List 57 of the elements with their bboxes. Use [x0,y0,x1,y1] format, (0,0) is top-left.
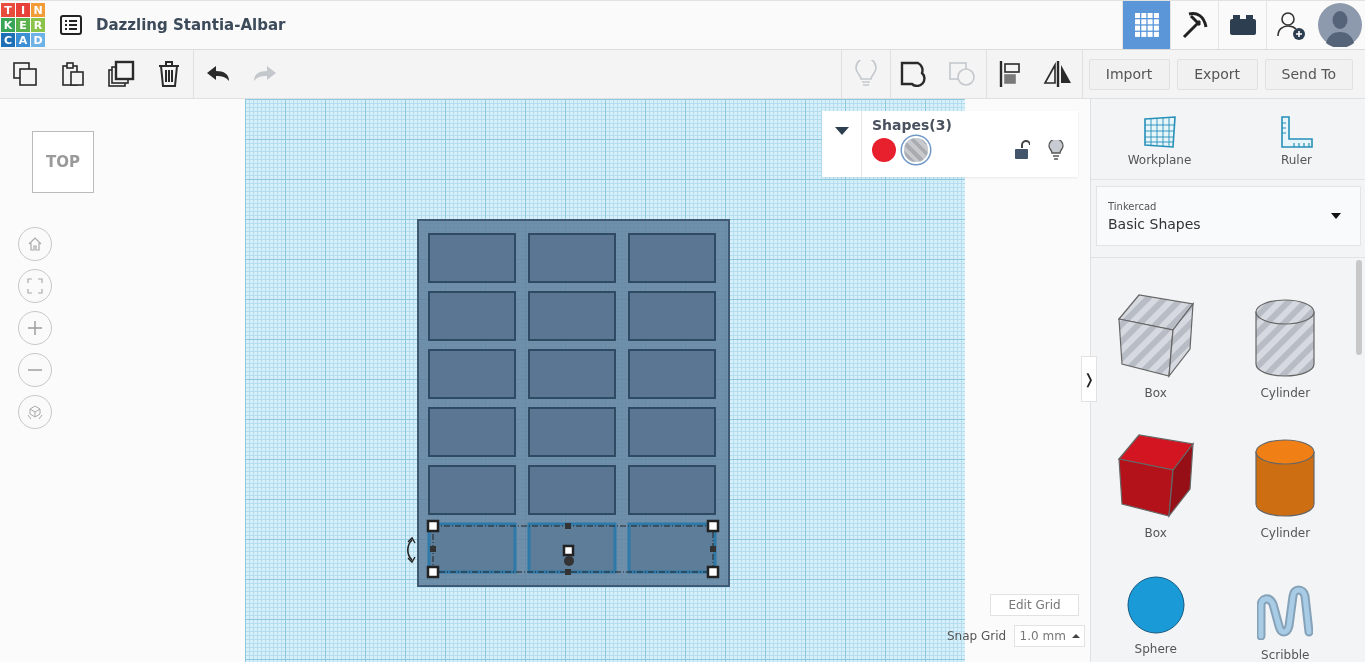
toolbar-button[interactable]: Export [1176,58,1258,90]
logo-letter: N [31,3,45,17]
logo-letter: A [16,33,30,47]
trash-icon [158,60,180,88]
shape-tile[interactable]: Box [1091,418,1221,558]
workplane-icon [1142,115,1177,149]
logo-letter: K [1,18,15,32]
project-title[interactable]: Dazzling Stantia-Albar [96,16,286,34]
list-icon[interactable] [60,15,82,35]
shape-tile[interactable]: Cylinder [1220,278,1350,418]
workplane-tool-button[interactable]: Workplane [1091,99,1228,179]
grid-icon [1133,12,1160,38]
mirror-icon [1042,60,1073,88]
logo[interactable]: T I N K E R C A D [1,3,45,47]
toolbar-button[interactable]: Import [1088,58,1170,90]
ungroup-icon [947,61,976,87]
logo-letter: R [31,18,45,32]
home-icon [27,236,43,252]
copy-icon [12,61,38,87]
hole-swatch[interactable] [904,138,928,162]
snap-grid-label: Snap Grid [947,629,1007,643]
avatar-icon[interactable] [1318,3,1362,47]
solid-swatch[interactable] [872,138,896,162]
caret-icon [1330,212,1342,220]
ruler-icon [1279,115,1314,149]
caret-icon [833,126,850,136]
duplicate-icon [107,60,135,88]
panel-toggle[interactable]: ❭ [1081,356,1097,402]
bulb-icon[interactable] [1048,140,1064,160]
logo-letter: I [16,3,30,17]
shape-tile[interactable]: Scribble [1220,558,1350,662]
ruler-tool-button[interactable]: Ruler [1228,99,1365,179]
brick-icon [1228,14,1257,36]
cube-icon [27,404,43,420]
group-icon [900,61,929,87]
lock-icon[interactable] [1014,140,1030,160]
redo-icon [253,65,277,83]
fit-view-icon [27,278,43,294]
edit-grid-button[interactable]: Edit Grid [990,594,1079,616]
snap-grid-select[interactable]: 1.0 mm [1014,625,1086,647]
undo-icon [205,65,230,83]
paste-icon [61,61,85,87]
logo-letter: D [31,33,45,47]
add-user-icon [1275,10,1306,40]
minus-icon [27,369,43,371]
shapes-count-title: Shapes(3) [872,117,953,133]
shape-library-select[interactable]: Tinkercad Basic Shapes [1096,186,1361,246]
shape-tile[interactable]: Cylinder [1220,418,1350,558]
align-icon [998,60,1023,88]
plus-icon [27,320,43,336]
toolbar-button[interactable]: Send To [1264,58,1353,90]
bulb-icon [854,60,877,88]
shape-tile[interactable]: Sphere [1091,558,1221,662]
logo-letter: T [1,3,15,17]
caret-icon [1071,633,1080,639]
logo-letter: C [1,33,15,47]
logo-letter: E [16,18,30,32]
